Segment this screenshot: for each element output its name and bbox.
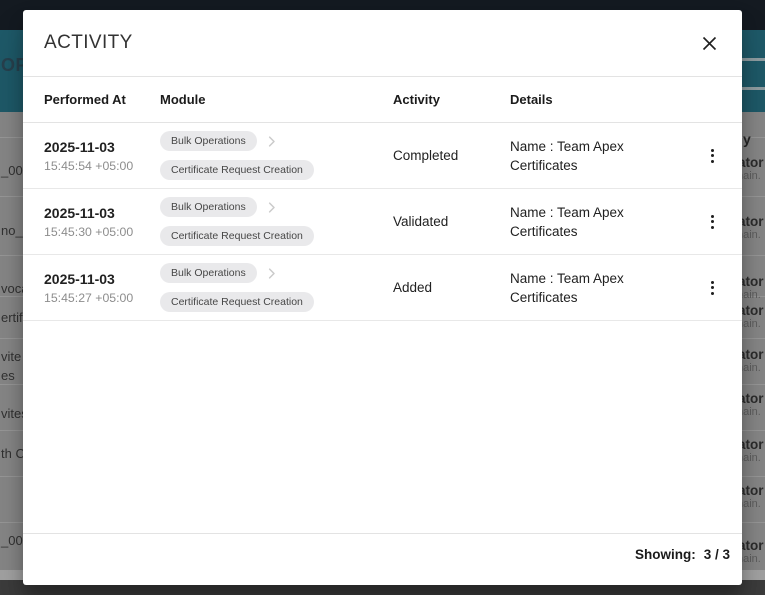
module-parent-chip: Bulk Operations xyxy=(160,263,257,283)
chevron-right-icon xyxy=(264,266,279,281)
module-cell: Bulk Operations Certificate Request Crea… xyxy=(160,263,393,312)
row-time: 15:45:30 +05:00 xyxy=(44,225,160,239)
row-actions-menu-button[interactable] xyxy=(700,276,724,300)
details-cell: Name : Team Apex Certificates xyxy=(510,137,665,175)
module-cell: Bulk Operations Certificate Request Crea… xyxy=(160,197,393,246)
module-parent-chip: Bulk Operations xyxy=(160,197,257,217)
chevron-right-icon xyxy=(264,200,279,215)
close-icon xyxy=(702,36,717,51)
details-cell: Name : Team Apex Certificates xyxy=(510,203,665,241)
performed-at-cell: 2025-11-03 15:45:27 +05:00 xyxy=(44,271,160,305)
modal-header: ACTIVITY xyxy=(23,10,742,77)
modal-title: ACTIVITY xyxy=(44,32,133,54)
showing-value: 3 / 3 xyxy=(704,547,730,562)
details-cell: Name : Team Apex Certificates xyxy=(510,269,665,307)
background-header-divider xyxy=(740,87,765,90)
column-header-activity: Activity xyxy=(393,92,510,107)
background-cell-fragment: es xyxy=(1,368,15,383)
row-actions-menu-button[interactable] xyxy=(700,144,724,168)
table-row: 2025-11-03 15:45:54 +05:00 Bulk Operatio… xyxy=(23,123,742,189)
table-row: 2025-11-03 15:45:30 +05:00 Bulk Operatio… xyxy=(23,189,742,255)
row-date: 2025-11-03 xyxy=(44,271,160,287)
module-child-chip: Certificate Request Creation xyxy=(160,292,314,312)
row-time: 15:45:27 +05:00 xyxy=(44,291,160,305)
modal-footer: Showing: 3 / 3 xyxy=(23,533,742,585)
background-column-header-fragment: y xyxy=(743,131,751,147)
performed-at-cell: 2025-11-03 15:45:30 +05:00 xyxy=(44,205,160,239)
row-date: 2025-11-03 xyxy=(44,205,160,221)
background-header-divider xyxy=(740,58,765,61)
background-cell-fragment: ertifi xyxy=(1,310,26,325)
activity-modal: ACTIVITY Performed At Module Activity De… xyxy=(23,10,742,585)
module-parent-chip: Bulk Operations xyxy=(160,131,257,151)
kebab-icon xyxy=(711,215,714,218)
module-child-chip: Certificate Request Creation xyxy=(160,160,314,180)
pagination-summary: Showing: 3 / 3 xyxy=(635,547,730,562)
row-date: 2025-11-03 xyxy=(44,139,160,155)
column-header-module: Module xyxy=(160,92,393,107)
table-header-row: Performed At Module Activity Details xyxy=(23,77,742,123)
kebab-icon xyxy=(711,281,714,284)
module-cell: Bulk Operations Certificate Request Crea… xyxy=(160,131,393,180)
kebab-icon xyxy=(711,149,714,152)
activity-cell: Added xyxy=(393,280,510,295)
row-actions-menu-button[interactable] xyxy=(700,210,724,234)
column-header-performed-at: Performed At xyxy=(44,92,160,107)
table-row: 2025-11-03 15:45:27 +05:00 Bulk Operatio… xyxy=(23,255,742,321)
row-time: 15:45:54 +05:00 xyxy=(44,159,160,173)
background-cell-fragment: vite xyxy=(1,349,21,364)
table-body: 2025-11-03 15:45:54 +05:00 Bulk Operatio… xyxy=(23,123,742,321)
showing-label: Showing: xyxy=(635,547,696,562)
close-button[interactable] xyxy=(696,30,722,56)
chevron-right-icon xyxy=(264,134,279,149)
performed-at-cell: 2025-11-03 15:45:54 +05:00 xyxy=(44,139,160,173)
activity-cell: Validated xyxy=(393,214,510,229)
activity-cell: Completed xyxy=(393,148,510,163)
column-header-details: Details xyxy=(510,92,682,107)
module-child-chip: Certificate Request Creation xyxy=(160,226,314,246)
